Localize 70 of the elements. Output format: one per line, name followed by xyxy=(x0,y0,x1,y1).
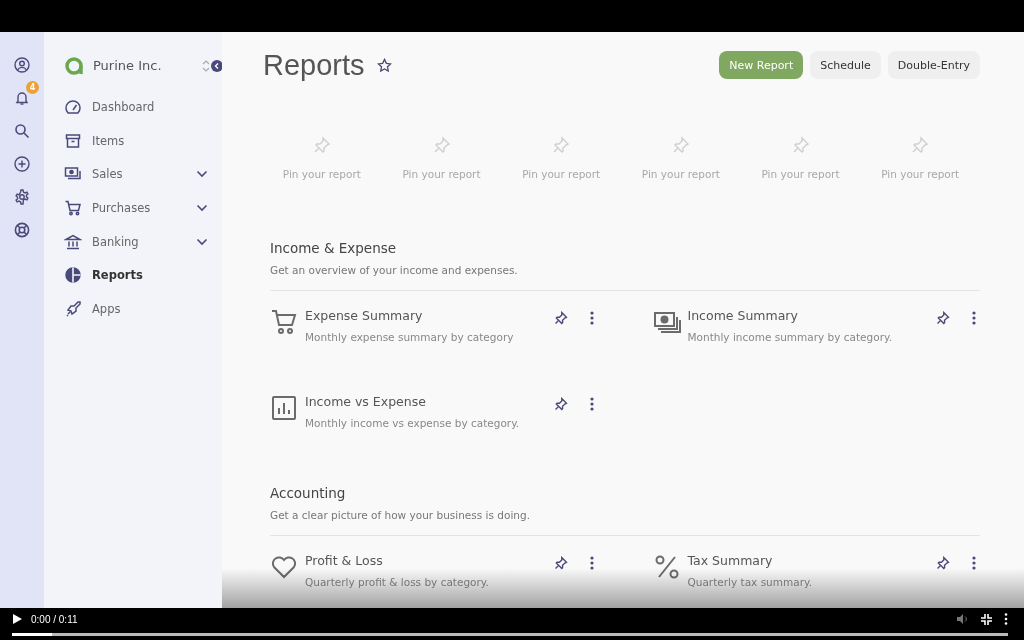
nav-icon xyxy=(64,198,82,217)
pin-placeholder-text: Pin your report xyxy=(522,168,601,180)
section-description: Get a clear picture of how your business is doing. xyxy=(270,509,980,536)
pin-placeholder-text: Pin your report xyxy=(282,168,361,180)
header-button[interactable]: Schedule xyxy=(810,51,881,79)
favorite-star-icon[interactable] xyxy=(376,57,392,73)
section-title: Accounting xyxy=(270,485,347,501)
company-logo-icon xyxy=(64,55,84,76)
add-icon[interactable] xyxy=(14,156,30,172)
video-progress-track[interactable] xyxy=(12,633,1008,636)
sidebar-item[interactable]: Banking xyxy=(64,224,210,259)
report-description: Monthly income summary by category. xyxy=(687,331,894,343)
play-icon[interactable] xyxy=(12,614,22,624)
section-title: Income & Expense xyxy=(270,240,398,256)
chevron-down-icon[interactable] xyxy=(196,237,208,246)
nav-icon xyxy=(64,97,82,116)
nav-icon xyxy=(64,131,82,150)
user-icon[interactable] xyxy=(14,57,30,73)
pin-placeholder-text: Pin your report xyxy=(761,168,840,180)
pin-placeholder-text: Pin your report xyxy=(402,168,481,180)
pin-placeholder-text: Pin your report xyxy=(881,168,960,180)
report-title[interactable]: Income Summary xyxy=(687,308,936,323)
sidebar-item[interactable]: Items xyxy=(64,123,210,158)
nav-icon xyxy=(64,266,82,285)
sidebar-item[interactable]: Apps xyxy=(64,292,210,326)
report-icon xyxy=(270,553,298,581)
switch-company-chevrons-icon[interactable] xyxy=(202,58,210,73)
chevron-down-icon[interactable] xyxy=(196,203,208,212)
volume-icon[interactable] xyxy=(957,613,969,625)
pin-icon[interactable] xyxy=(553,397,568,411)
video-time: 0:00 / 0:11 xyxy=(31,613,78,625)
pin-placeholder-text: Pin your report xyxy=(641,168,720,180)
more-options-icon[interactable] xyxy=(1004,613,1008,625)
pin-icon[interactable] xyxy=(936,556,950,570)
sidebar-item[interactable]: Reports xyxy=(64,258,210,293)
sidebar-item[interactable]: Purchases xyxy=(64,191,210,225)
header-button[interactable]: Double-Entry xyxy=(887,51,980,79)
help-lifebuoy-icon[interactable] xyxy=(14,222,30,238)
report-description: Quarterly tax summary. xyxy=(687,576,814,588)
pin-icon[interactable] xyxy=(553,556,568,570)
nav-icon xyxy=(64,299,82,318)
pin-icon[interactable] xyxy=(936,311,950,325)
report-icon xyxy=(270,394,298,422)
more-options-icon[interactable] xyxy=(972,556,976,570)
report-title[interactable]: Tax Summary xyxy=(687,553,936,568)
more-options-icon[interactable] xyxy=(589,556,594,570)
more-options-icon[interactable] xyxy=(972,311,976,325)
pin-icon[interactable] xyxy=(553,311,568,325)
settings-icon[interactable] xyxy=(14,189,30,205)
report-title[interactable]: Income vs Expense xyxy=(305,394,554,409)
sidebar-item[interactable]: Dashboard xyxy=(64,90,210,124)
collapse-sidebar-icon[interactable] xyxy=(211,59,223,72)
report-title[interactable]: Profit & Loss xyxy=(305,553,554,568)
search-icon[interactable] xyxy=(14,123,30,139)
report-description: Monthly expense summary by category xyxy=(305,331,515,343)
report-description: Monthly income vs expense by category. xyxy=(305,417,521,429)
company-name[interactable]: Purine Inc. xyxy=(93,58,193,73)
more-options-icon[interactable] xyxy=(589,311,594,325)
report-description: Quarterly profit & loss by category. xyxy=(305,576,490,588)
section-description: Get an overview of your income and expenses. xyxy=(270,264,980,291)
report-title[interactable]: Expense Summary xyxy=(305,308,554,323)
nav-icon xyxy=(64,232,82,251)
notification-count-badge: 4 xyxy=(26,81,39,94)
sidebar-item[interactable]: Sales xyxy=(64,157,210,192)
more-options-icon[interactable] xyxy=(589,397,594,411)
notification-bell-icon[interactable] xyxy=(14,90,30,106)
chevron-down-icon[interactable] xyxy=(196,170,208,179)
page-title: Reports xyxy=(263,48,365,82)
exit-fullscreen-icon[interactable] xyxy=(981,613,992,625)
report-icon xyxy=(270,308,298,336)
